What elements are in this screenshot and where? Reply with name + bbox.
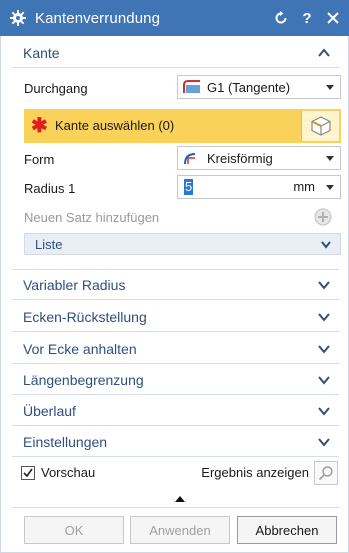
radius-unit: mm [293,179,315,194]
form-select[interactable]: Kreisförmig [177,146,341,170]
ergebnis-anzeigen-label: Ergebnis anzeigen [201,465,309,480]
collapse-arrow-icon[interactable] [175,496,185,502]
select-edge-field[interactable]: ✱ Kante auswählen (0) [24,109,341,143]
gear-icon [7,7,29,29]
divider [12,299,339,300]
section-ueberlauf[interactable]: Überlauf [12,398,339,424]
section-laengenbegrenzung[interactable]: Längenbegrenzung [12,367,339,393]
section-variabler-radius[interactable]: Variabler Radius [12,272,339,298]
blend-icon [183,80,200,93]
chevron-down-icon[interactable] [317,278,331,292]
liste-header[interactable]: Liste [24,233,341,255]
chevron-down-icon[interactable] [317,404,331,418]
ok-button[interactable]: OK [24,516,124,544]
form-value: Kreisförmig [207,150,273,166]
help-button[interactable]: ? [297,7,317,29]
chevron-down-icon[interactable] [317,342,331,356]
liste-label: Liste [35,236,63,252]
cube-icon[interactable] [301,111,339,141]
divider [12,269,339,270]
required-star-icon: ✱ [31,115,48,137]
chevron-up-icon[interactable] [317,46,331,60]
apply-button[interactable]: Anwenden [130,516,230,544]
cancel-button[interactable]: Abbrechen [237,516,337,544]
radius-value[interactable]: 5 [184,179,194,195]
vorschau-label: Vorschau [41,465,96,480]
magnifier-icon [318,466,333,481]
chevron-down-icon [326,156,334,161]
section-kante-header[interactable]: Kante [12,40,339,66]
chevron-down-icon[interactable] [317,435,331,449]
form-label: Form [24,151,55,167]
durchgang-select[interactable]: G1 (Tangente) [177,75,341,99]
ergebnis-anzeigen-button[interactable] [314,461,338,485]
chevron-down-icon[interactable] [317,373,331,387]
add-set-label: Neuen Satz hinzufügen [24,209,160,225]
section-label: Variabler Radius [23,277,126,293]
divider [12,425,339,426]
divider [12,456,339,457]
checkmark-icon [23,468,33,478]
section-einstellungen[interactable]: Einstellungen [12,429,339,455]
close-icon[interactable] [323,7,343,29]
chevron-down-icon [326,85,334,90]
divider [12,507,339,508]
section-label: Vor Ecke anhalten [23,341,137,357]
section-label: Längenbegrenzung [23,372,144,388]
radius-label: Radius 1 [24,180,76,196]
chevron-down-icon[interactable] [320,238,332,250]
durchgang-value: G1 (Tangente) [207,79,291,95]
section-vor-ecke-anhalten[interactable]: Vor Ecke anhalten [12,336,339,362]
section-label: Ecken-Rückstellung [23,309,147,325]
circular-blend-icon [184,153,196,165]
title-bar[interactable]: Kantenverrundung ? [0,0,349,36]
select-edge-label: Kante auswählen (0) [55,118,175,133]
divider [12,67,339,68]
divider [12,331,339,332]
section-label: Einstellungen [23,434,108,450]
radius-input[interactable]: 5 mm [177,175,341,199]
section-label: Überlauf [23,403,76,419]
chevron-down-icon[interactable] [317,310,331,324]
section-kante-label: Kante [23,45,60,61]
section-ecken-rueckstellung[interactable]: Ecken-Rückstellung [12,304,339,330]
chevron-down-icon[interactable] [326,185,334,190]
divider [12,363,339,364]
divider [12,394,339,395]
add-set-icon[interactable] [313,207,333,227]
reset-icon[interactable] [271,7,291,29]
vorschau-checkbox[interactable] [21,466,35,480]
durchgang-label: Durchgang [24,80,88,96]
window-title: Kantenverrundung [35,9,161,27]
